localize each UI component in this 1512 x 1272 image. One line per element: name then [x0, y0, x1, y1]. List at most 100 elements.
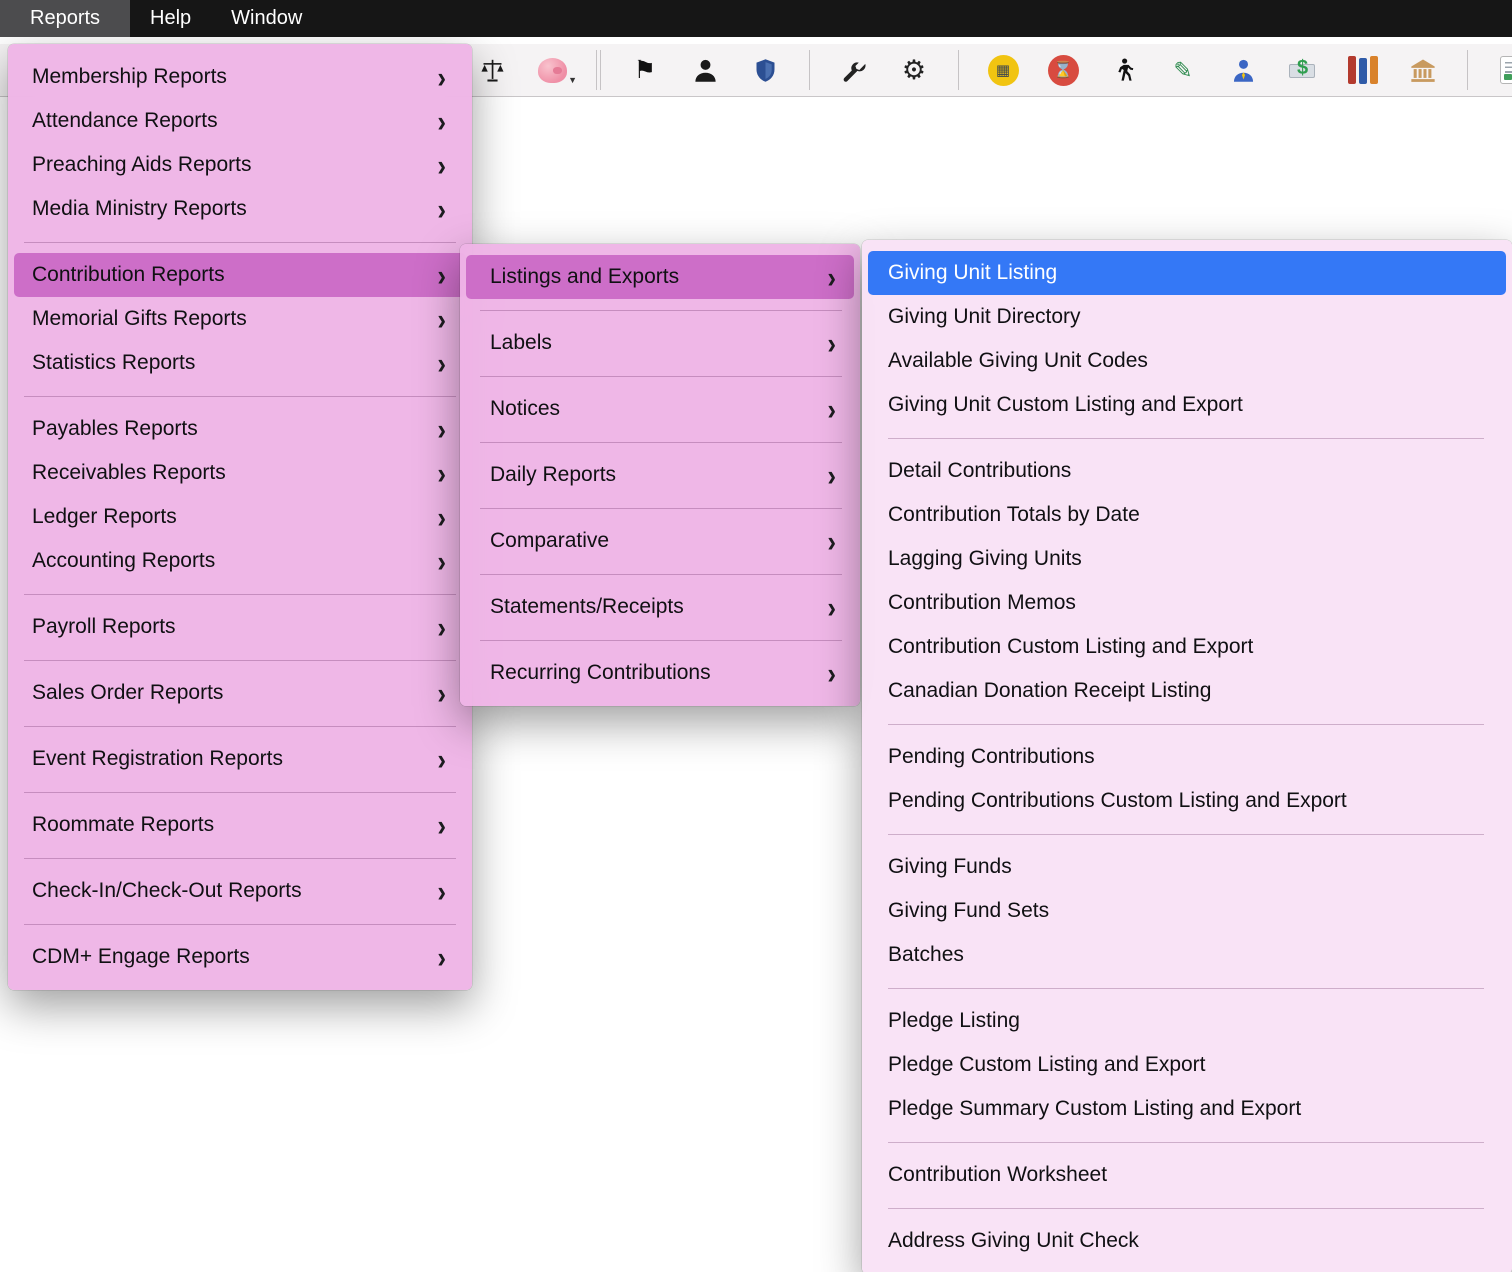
menu-item-accounting-reports[interactable]: Accounting Reports ›: [8, 539, 472, 583]
menubar-item-help[interactable]: Help: [130, 0, 211, 37]
menu-separator: [24, 660, 456, 661]
menu-separator: [480, 508, 842, 509]
menu-item-pending-contributions[interactable]: Pending Contributions: [862, 735, 1512, 779]
submenu-chevron-icon: ›: [827, 460, 836, 490]
shield-icon[interactable]: [749, 52, 781, 88]
menu-item-check-in-check-out-reports[interactable]: Check-In/Check-Out Reports ›: [8, 869, 472, 913]
menu-separator: [888, 438, 1484, 439]
flag-icon[interactable]: ⚑: [629, 52, 661, 88]
menubar-item-reports[interactable]: Reports: [0, 0, 130, 37]
person-icon[interactable]: [689, 52, 721, 88]
menu-separator: [888, 1142, 1484, 1143]
menu-separator: [24, 396, 456, 397]
submenu-chevron-icon: ›: [437, 678, 446, 708]
hourglass-icon[interactable]: ⌛: [1047, 52, 1079, 88]
menu-item-payroll-reports[interactable]: Payroll Reports ›: [8, 605, 472, 649]
menubar-item-window[interactable]: Window: [211, 0, 322, 37]
menu-separator: [480, 376, 842, 377]
menu-item-media-ministry-reports[interactable]: Media Ministry Reports ›: [8, 187, 472, 231]
money-icon[interactable]: $: [1287, 52, 1319, 88]
system-menu-bar: Reports Help Window: [0, 0, 1512, 37]
piggy-bank-shape: [538, 58, 567, 83]
menu-item-pledge-custom-listing-and-export[interactable]: Pledge Custom Listing and Export: [862, 1043, 1512, 1087]
piggy-bank-icon[interactable]: ▼: [536, 52, 568, 88]
menu-item-contribution-worksheet[interactable]: Contribution Worksheet: [862, 1153, 1512, 1197]
menu-item-available-giving-unit-codes[interactable]: Available Giving Unit Codes: [862, 339, 1512, 383]
menu-separator: [888, 834, 1484, 835]
calculator-icon[interactable]: ▦: [987, 52, 1019, 88]
menu-separator: [888, 1208, 1484, 1209]
menu-separator: [24, 594, 456, 595]
menu-item-cdm-engage-reports[interactable]: CDM+ Engage Reports ›: [8, 935, 472, 979]
toolbar-separator: [1467, 50, 1468, 90]
submenu-chevron-icon: ›: [437, 502, 446, 532]
submenu-chevron-icon: ›: [437, 810, 446, 840]
submenu-chevron-icon: ›: [827, 262, 836, 292]
menu-separator: [24, 858, 456, 859]
menu-item-preaching-aids-reports[interactable]: Preaching Aids Reports ›: [8, 143, 472, 187]
submenu-chevron-icon: ›: [827, 394, 836, 424]
bank-icon[interactable]: [1407, 52, 1439, 88]
menu-item-address-giving-unit-check[interactable]: Address Giving Unit Check: [862, 1219, 1512, 1263]
menu-item-comparative[interactable]: Comparative ›: [460, 519, 860, 563]
menu-item-event-registration-reports[interactable]: Event Registration Reports ›: [8, 737, 472, 781]
reports-menu: Membership Reports › Attendance Reports …: [8, 44, 472, 990]
menu-item-sales-order-reports[interactable]: Sales Order Reports ›: [8, 671, 472, 715]
menu-item-payables-reports[interactable]: Payables Reports ›: [8, 407, 472, 451]
submenu-chevron-icon: ›: [827, 592, 836, 622]
menu-item-contribution-totals-by-date[interactable]: Contribution Totals by Date: [862, 493, 1512, 537]
desktop-wallpaper: { "menubar": { "items": ["Reports", "Hel…: [0, 0, 1512, 1272]
menu-item-giving-unit-listing[interactable]: Giving Unit Listing: [868, 251, 1506, 295]
menubar-label: Help: [150, 7, 191, 30]
report-document-icon[interactable]: ▼: [1496, 52, 1512, 88]
wrench-icon[interactable]: [838, 52, 870, 88]
menu-item-detail-contributions[interactable]: Detail Contributions: [862, 449, 1512, 493]
menu-item-lagging-giving-units[interactable]: Lagging Giving Units: [862, 537, 1512, 581]
submenu-chevron-icon: ›: [437, 62, 446, 92]
document-shape: [1500, 56, 1512, 84]
menu-item-pledge-listing[interactable]: Pledge Listing: [862, 999, 1512, 1043]
menu-item-roommate-reports[interactable]: Roommate Reports ›: [8, 803, 472, 847]
menu-item-ledger-reports[interactable]: Ledger Reports ›: [8, 495, 472, 539]
menu-item-contribution-reports[interactable]: Contribution Reports ›: [14, 253, 466, 297]
submenu-chevron-icon: ›: [437, 150, 446, 180]
menu-item-memorial-gifts-reports[interactable]: Memorial Gifts Reports ›: [8, 297, 472, 341]
menu-item-giving-unit-directory[interactable]: Giving Unit Directory: [862, 295, 1512, 339]
menu-item-attendance-reports[interactable]: Attendance Reports ›: [8, 99, 472, 143]
walking-person-icon[interactable]: [1107, 52, 1139, 88]
menu-item-giving-fund-sets[interactable]: Giving Fund Sets: [862, 889, 1512, 933]
menu-item-membership-reports[interactable]: Membership Reports ›: [8, 55, 472, 99]
menu-item-pledge-summary-custom-listing-and-export[interactable]: Pledge Summary Custom Listing and Export: [862, 1087, 1512, 1131]
menu-item-labels[interactable]: Labels ›: [460, 321, 860, 365]
menu-item-statements-receipts[interactable]: Statements/Receipts ›: [460, 585, 860, 629]
scales-icon[interactable]: [476, 52, 508, 88]
menu-item-pending-contributions-custom-listing-and-export[interactable]: Pending Contributions Custom Listing and…: [862, 779, 1512, 823]
menu-separator: [24, 924, 456, 925]
hourglass-glyph: ⌛: [1053, 60, 1073, 80]
menu-item-contribution-custom-listing-and-export[interactable]: Contribution Custom Listing and Export: [862, 625, 1512, 669]
menubar-label: Reports: [30, 7, 100, 30]
menu-separator: [24, 242, 456, 243]
binders-icon[interactable]: [1347, 52, 1379, 88]
menu-item-daily-reports[interactable]: Daily Reports ›: [460, 453, 860, 497]
submenu-chevron-icon: ›: [437, 744, 446, 774]
menu-item-notices[interactable]: Notices ›: [460, 387, 860, 431]
gear-icon[interactable]: ⚙: [898, 52, 930, 88]
menu-separator: [888, 988, 1484, 989]
menu-item-giving-unit-custom-listing-and-export[interactable]: Giving Unit Custom Listing and Export: [862, 383, 1512, 427]
menu-item-statistics-reports[interactable]: Statistics Reports ›: [8, 341, 472, 385]
menu-item-giving-funds[interactable]: Giving Funds: [862, 845, 1512, 889]
menu-item-canadian-donation-receipt-listing[interactable]: Canadian Donation Receipt Listing: [862, 669, 1512, 713]
menu-item-batches[interactable]: Batches: [862, 933, 1512, 977]
submenu-chevron-icon: ›: [437, 612, 446, 642]
menu-item-contribution-memos[interactable]: Contribution Memos: [862, 581, 1512, 625]
hr-person-icon[interactable]: [1227, 52, 1259, 88]
menu-item-receivables-reports[interactable]: Receivables Reports ›: [8, 451, 472, 495]
menu-item-recurring-contributions[interactable]: Recurring Contributions ›: [460, 651, 860, 695]
contribution-reports-submenu: Listings and Exports › Labels › Notices …: [460, 244, 860, 706]
menu-item-listings-and-exports[interactable]: Listings and Exports ›: [466, 255, 854, 299]
listings-and-exports-submenu: Giving Unit Listing Giving Unit Director…: [862, 240, 1512, 1272]
signature-pen-icon[interactable]: ✎: [1167, 52, 1199, 88]
submenu-chevron-icon: ›: [827, 328, 836, 358]
caret-down-icon: ▼: [568, 75, 577, 85]
